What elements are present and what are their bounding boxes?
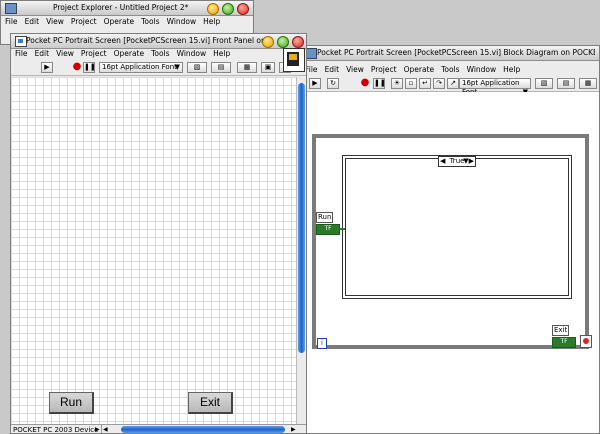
- menu-edit[interactable]: Edit: [25, 17, 40, 26]
- reorder-icon[interactable]: ▣: [261, 62, 275, 73]
- menu-bar: File Edit View Project Operate Tools Window Hel…: [11, 48, 306, 59]
- abort-icon[interactable]: ●: [71, 62, 83, 73]
- case-selector[interactable]: ◀ True ▼▶: [438, 156, 476, 167]
- run-continuously-icon[interactable]: ↻: [327, 78, 339, 89]
- horizontal-scroll-thumb[interactable]: [121, 426, 285, 433]
- run-arrow-icon[interactable]: ▶: [41, 62, 53, 73]
- zoom-button[interactable]: [277, 36, 289, 48]
- step-over-icon[interactable]: ↷: [433, 78, 445, 89]
- target-label: POCKET PC 2003 Device: [13, 425, 103, 433]
- front-panel-window[interactable]: Pocket PC Portrait Screen [PocketPCScree…: [10, 33, 307, 434]
- scroll-right-icon[interactable]: ▶: [291, 426, 296, 433]
- menu-window[interactable]: Window: [167, 17, 197, 26]
- align-objects-icon[interactable]: ▧: [187, 62, 207, 73]
- menu-tools[interactable]: Tools: [151, 49, 169, 58]
- pause-icon[interactable]: ❚❚: [83, 62, 96, 73]
- project-icon: [5, 3, 17, 14]
- case-structure[interactable]: ◀ True ▼▶: [342, 155, 572, 299]
- iteration-terminal[interactable]: i: [317, 338, 327, 349]
- boolean-wire: [339, 228, 345, 230]
- step-into-icon[interactable]: ↵: [419, 78, 431, 89]
- menu-project[interactable]: Project: [81, 49, 107, 58]
- zoom-button[interactable]: [222, 3, 234, 15]
- retain-wire-values-icon[interactable]: ▫: [405, 78, 417, 89]
- highlight-execution-icon[interactable]: ☀: [391, 78, 403, 89]
- run-terminal[interactable]: TF: [316, 224, 340, 235]
- front-panel-titlebar[interactable]: Pocket PC Portrait Screen [PocketPCScree…: [11, 34, 306, 49]
- menu-bar: File Edit View Project Operate Tools Window Hel…: [301, 64, 599, 75]
- distribute-objects-icon[interactable]: ▤: [557, 78, 575, 89]
- font-select-value: 16pt Application Font: [102, 63, 177, 71]
- menu-tools[interactable]: Tools: [441, 65, 459, 74]
- dropdown-arrow-icon: ▼: [174, 63, 180, 71]
- exit-terminal[interactable]: TF: [552, 337, 576, 348]
- run-arrow-icon[interactable]: ▶: [309, 78, 321, 89]
- reorder-icon[interactable]: ▦: [579, 78, 597, 89]
- menu-operate[interactable]: Operate: [404, 65, 435, 74]
- case-selector-dropdown-icon[interactable]: ▼▶: [463, 157, 474, 166]
- stop-if-true-icon: [583, 338, 589, 344]
- menu-file[interactable]: File: [5, 17, 18, 26]
- project-explorer-titlebar[interactable]: Project Explorer - Untitled Project 2*: [1, 1, 253, 16]
- panel-toolbar: ▶ ● ❚❚ 16pt Application Font▼ ▧ ▤ ▦ ▣ ?: [11, 60, 306, 76]
- abort-icon[interactable]: ●: [359, 78, 371, 89]
- menu-bar: File Edit View Project Operate Tools Window Hel…: [1, 16, 253, 27]
- menu-project[interactable]: Project: [371, 65, 397, 74]
- block-diagram-window[interactable]: Pocket PC Portrait Screen [PocketPCScree…: [300, 45, 600, 434]
- distribute-objects-icon[interactable]: ▤: [211, 62, 231, 73]
- font-select[interactable]: 16pt Application Font▼: [459, 78, 531, 96]
- close-button[interactable]: [237, 3, 249, 15]
- menu-edit[interactable]: Edit: [325, 65, 340, 74]
- menu-file[interactable]: File: [15, 49, 28, 58]
- menu-help[interactable]: Help: [213, 49, 230, 58]
- menu-operate[interactable]: Operate: [114, 49, 145, 58]
- menu-operate[interactable]: Operate: [104, 17, 135, 26]
- align-objects-icon[interactable]: ▧: [535, 78, 553, 89]
- menu-edit[interactable]: Edit: [35, 49, 50, 58]
- status-bar: POCKET PC 2003 Device ▶ ◀ ▶: [11, 424, 306, 433]
- case-selector-decrement-icon[interactable]: ◀: [440, 157, 445, 166]
- close-button[interactable]: [292, 36, 304, 48]
- run-button[interactable]: Run: [49, 392, 94, 414]
- window-title: Pocket PC Portrait Screen [PocketPCScree…: [26, 36, 266, 45]
- minimize-button[interactable]: [262, 36, 274, 48]
- font-select[interactable]: 16pt Application Font▼: [99, 62, 183, 73]
- exit-button[interactable]: Exit: [188, 392, 233, 414]
- menu-view[interactable]: View: [346, 65, 364, 74]
- window-title: Pocket PC Portrait Screen [PocketPCScree…: [317, 48, 595, 57]
- pause-icon[interactable]: ❚❚: [373, 78, 386, 89]
- resize-objects-icon[interactable]: ▦: [237, 62, 257, 73]
- window-title: Project Explorer - Untitled Project 2*: [53, 3, 189, 12]
- menu-project[interactable]: Project: [71, 17, 97, 26]
- vi-icon[interactable]: [283, 48, 305, 72]
- diagram-toolbar: ▶ ↻ ● ❚❚ ☀ ▫ ↵ ↷ ↗ 16pt Application Font…: [301, 76, 599, 96]
- scroll-left-icon[interactable]: ◀: [103, 426, 108, 433]
- vertical-scroll-thumb[interactable]: [298, 83, 305, 353]
- diagram-canvas[interactable]: ◀ True ▼▶ Run TF Exit TF i: [301, 92, 599, 433]
- block-diagram-titlebar[interactable]: Pocket PC Portrait Screen [PocketPCScree…: [301, 46, 599, 61]
- run-terminal-label: Run: [316, 212, 334, 223]
- minimize-button[interactable]: [207, 3, 219, 15]
- menu-view[interactable]: View: [46, 17, 64, 26]
- pocket-pc-screen-icon: [289, 54, 297, 60]
- exit-terminal-label: Exit: [552, 325, 570, 336]
- menu-window[interactable]: Window: [177, 49, 207, 58]
- menu-tools[interactable]: Tools: [141, 17, 159, 26]
- case-selector-value: True: [449, 157, 465, 165]
- menu-view[interactable]: View: [56, 49, 74, 58]
- menu-help[interactable]: Help: [203, 17, 220, 26]
- menu-help[interactable]: Help: [503, 65, 520, 74]
- target-arrow-icon[interactable]: ▶: [95, 426, 100, 433]
- loop-condition-terminal[interactable]: [580, 335, 592, 348]
- menu-window[interactable]: Window: [467, 65, 497, 74]
- vertical-scrollbar[interactable]: [296, 77, 306, 424]
- panel-canvas[interactable]: Run Exit: [11, 77, 296, 424]
- step-out-icon[interactable]: ↗: [447, 78, 459, 89]
